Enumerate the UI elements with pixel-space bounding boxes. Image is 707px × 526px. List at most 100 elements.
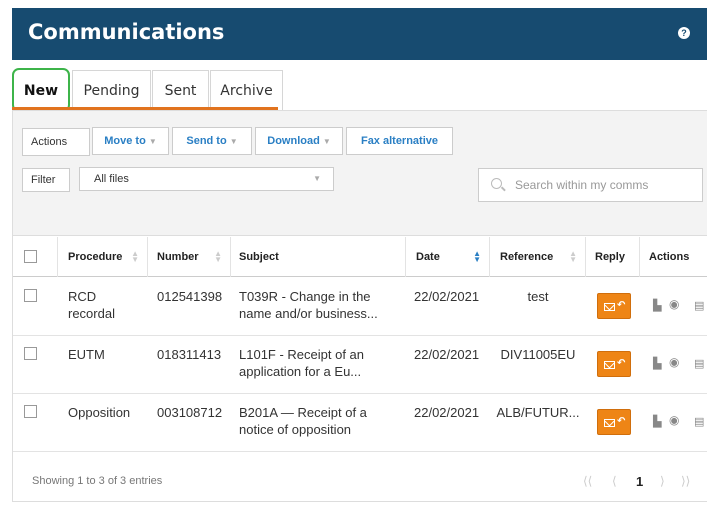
- pdf-icon[interactable]: ▙: [653, 299, 661, 312]
- procedure-cell: EUTM: [68, 347, 105, 362]
- send-to-button[interactable]: Send to ▼: [172, 127, 252, 155]
- column-procedure-label: Procedure: [68, 251, 123, 263]
- next-page-button[interactable]: ⟩: [660, 461, 665, 502]
- list-icon[interactable]: ▤: [694, 415, 704, 428]
- subject-cell[interactable]: L101F - Receipt of an application for a E…: [239, 346, 364, 380]
- reference-cell: test: [527, 289, 549, 304]
- select-all-column: [13, 237, 58, 277]
- table-row[interactable]: RCD recordal 012541398 T039R - Change in …: [13, 278, 707, 336]
- move-to-button[interactable]: Move to ▼: [92, 127, 169, 155]
- reply-button[interactable]: ↶: [597, 409, 631, 435]
- date-cell: 22/02/2021: [414, 289, 480, 304]
- procedure-text: recordal: [68, 306, 115, 321]
- toolbar: Actions Move to ▼ Send to ▼ Download ▼ Fax …: [13, 111, 707, 236]
- procedure-text: RCD: [68, 289, 97, 304]
- tab-pending[interactable]: Pending: [72, 70, 151, 110]
- help-icon[interactable]: ?: [678, 27, 690, 39]
- actions-label: Actions: [22, 128, 90, 156]
- eye-icon[interactable]: ◉: [669, 413, 679, 427]
- procedure-cell: RCD recordal: [68, 288, 115, 322]
- download-label: Download: [267, 135, 320, 147]
- number-cell: 003108712: [157, 405, 223, 420]
- number-cell: 012541398: [157, 289, 223, 304]
- move-to-label: Move to: [104, 135, 146, 147]
- column-subject[interactable]: Subject: [231, 237, 406, 277]
- reply-arrow-icon: ↶: [617, 300, 626, 311]
- chevron-down-icon: ▼: [313, 174, 321, 183]
- fax-alternative-button[interactable]: Fax alternative: [346, 127, 453, 155]
- reply-arrow-icon: ↶: [617, 416, 626, 427]
- column-actions: Actions: [649, 251, 690, 263]
- table-row[interactable]: EUTM 018311413 L101F - Receipt of an appl…: [13, 336, 707, 394]
- list-icon[interactable]: ▤: [694, 357, 704, 370]
- filter-select[interactable]: All files ▼: [79, 167, 334, 191]
- pdf-icon[interactable]: ▙: [653, 415, 661, 428]
- column-date-label: Date: [416, 251, 440, 263]
- search-icon: [491, 178, 502, 189]
- sort-icon: ▲ ▼: [214, 249, 222, 264]
- table-row[interactable]: Opposition 003108712 B201A — Receipt of …: [13, 394, 707, 452]
- first-page-button[interactable]: ⟨⟨: [583, 461, 592, 502]
- reply-arrow-icon: ↶: [617, 358, 626, 369]
- search-placeholder: Search within my comms: [515, 178, 649, 192]
- select-all-checkbox[interactable]: [24, 250, 37, 263]
- chevron-down-icon: ▼: [229, 137, 238, 146]
- reply-button[interactable]: ↶: [597, 351, 631, 377]
- column-number[interactable]: Number ▲ ▼: [148, 237, 231, 277]
- column-reply: Reply: [586, 237, 640, 277]
- column-reference-label: Reference: [500, 251, 554, 263]
- sort-icon: ▲ ▼: [569, 249, 577, 264]
- subject-cell[interactable]: T039R - Change in the name and/or busines…: [239, 288, 378, 322]
- row-checkbox[interactable]: [24, 289, 37, 302]
- communications-page: Communications ? New Pending Sent Archiv…: [0, 0, 707, 526]
- subject-cell[interactable]: B201A — Receipt of a notice of opposition: [239, 404, 367, 438]
- send-to-label: Send to: [186, 135, 227, 147]
- column-reference[interactable]: Reference ▲ ▼: [490, 237, 586, 277]
- filter-value: All files: [94, 173, 129, 185]
- entries-info: Showing 1 to 3 of 3 entries: [32, 475, 163, 487]
- table-footer: Showing 1 to 3 of 3 entries ⟨⟨ ⟨ 1 ⟩ ⟩⟩: [13, 461, 707, 502]
- envelope-icon: [604, 361, 615, 369]
- subject-text: application for a Eu...: [239, 364, 362, 379]
- chevron-down-icon: ▼: [322, 137, 331, 146]
- row-checkbox[interactable]: [24, 405, 37, 418]
- filter-label: Filter: [22, 168, 70, 192]
- column-number-label: Number: [157, 251, 199, 263]
- chevron-down-icon: ▼: [148, 137, 157, 146]
- eye-icon[interactable]: ◉: [669, 297, 679, 311]
- search-input[interactable]: Search within my comms: [478, 168, 703, 202]
- row-checkbox[interactable]: [24, 347, 37, 360]
- prev-page-button[interactable]: ⟨: [612, 461, 617, 502]
- date-cell: 22/02/2021: [414, 347, 480, 362]
- sort-icon: ▲ ▼: [131, 249, 139, 264]
- sort-icon: ▲ ▼: [473, 249, 481, 264]
- reply-button[interactable]: ↶: [597, 293, 631, 319]
- number-cell: 018311413: [157, 347, 222, 362]
- download-button[interactable]: Download ▼: [255, 127, 343, 155]
- tab-new[interactable]: New: [12, 68, 70, 112]
- reference-cell: ALB/FUTUR...: [496, 405, 580, 420]
- column-date[interactable]: Date ▲ ▼: [406, 237, 490, 277]
- page-header: Communications ?: [12, 8, 707, 60]
- eye-icon[interactable]: ◉: [669, 355, 679, 369]
- table-header: Procedure ▲ ▼ Number ▲ ▼ Subject Date ▲ ▼ Refe…: [13, 237, 707, 277]
- subject-text: B201A — Receipt of a: [239, 405, 367, 420]
- page-title: Communications: [28, 20, 225, 44]
- column-procedure[interactable]: Procedure ▲ ▼: [58, 237, 148, 277]
- page-number-current[interactable]: 1: [636, 461, 643, 502]
- subject-text: name and/or business...: [239, 306, 378, 321]
- list-icon[interactable]: ▤: [694, 299, 704, 312]
- reference-cell: DIV11005EU: [500, 347, 576, 362]
- date-cell: 22/02/2021: [414, 405, 480, 420]
- last-page-button[interactable]: ⟩⟩: [681, 461, 690, 502]
- envelope-icon: [604, 303, 615, 311]
- tab-sent[interactable]: Sent: [152, 70, 209, 110]
- procedure-cell: Opposition: [68, 405, 131, 420]
- subject-text: L101F - Receipt of an: [239, 347, 365, 362]
- envelope-icon: [604, 419, 615, 427]
- communications-panel: Actions Move to ▼ Send to ▼ Download ▼ Fax …: [12, 110, 707, 502]
- subject-text: T039R - Change in the: [239, 289, 371, 304]
- tab-archive[interactable]: Archive: [210, 70, 283, 110]
- pdf-icon[interactable]: ▙: [653, 357, 661, 370]
- subject-text: notice of opposition: [239, 422, 352, 437]
